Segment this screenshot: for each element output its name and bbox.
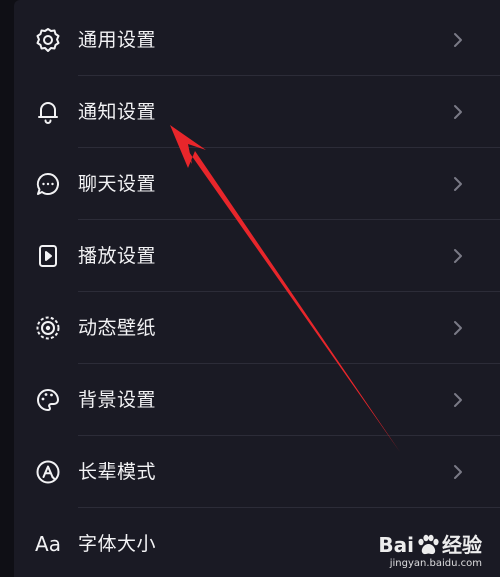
settings-item-label: 长辈模式 <box>78 461 157 483</box>
settings-item-label: 背景设置 <box>78 389 157 411</box>
baidu-paw-icon <box>418 534 439 555</box>
settings-page: 通用设置 通知设置 聊天设置 播放设置 动态壁纸 背景设置 长辈模式 Aa 字体… <box>0 0 500 577</box>
chevron-right-icon <box>448 174 468 194</box>
watermark-brand-suffix: 经验 <box>442 533 482 557</box>
settings-item-general[interactable]: 通用设置 <box>14 4 500 76</box>
settings-item-background[interactable]: 背景设置 <box>14 364 500 436</box>
elder-mode-icon <box>34 458 62 486</box>
live-wallpaper-icon <box>34 314 62 342</box>
chat-bubble-icon <box>34 170 62 198</box>
settings-item-label: 动态壁纸 <box>78 317 157 339</box>
gear-icon <box>34 26 62 54</box>
settings-item-playback[interactable]: 播放设置 <box>14 220 500 292</box>
chevron-right-icon <box>448 390 468 410</box>
settings-item-label: 聊天设置 <box>78 173 157 195</box>
settings-item-chat[interactable]: 聊天设置 <box>14 148 500 220</box>
settings-item-elder-mode[interactable]: 长辈模式 <box>14 436 500 508</box>
baidu-watermark: Bai 经验 jingyan.baidu.com <box>362 534 482 569</box>
font-size-icon-text: Aa <box>35 532 61 556</box>
settings-item-live-wallpaper[interactable]: 动态壁纸 <box>14 292 500 364</box>
settings-item-label: 字体大小 <box>78 533 157 555</box>
watermark-url: jingyan.baidu.com <box>389 558 482 569</box>
settings-item-label: 通知设置 <box>78 101 157 123</box>
settings-item-label: 播放设置 <box>78 245 157 267</box>
watermark-brand: Bai 经验 <box>362 534 482 556</box>
chevron-right-icon <box>448 462 468 482</box>
settings-list: 通用设置 通知设置 聊天设置 播放设置 动态壁纸 背景设置 长辈模式 Aa 字体… <box>14 0 500 577</box>
palette-icon <box>34 386 62 414</box>
chevron-right-icon <box>448 30 468 50</box>
settings-item-notifications[interactable]: 通知设置 <box>14 76 500 148</box>
chevron-right-icon <box>448 102 468 122</box>
chevron-right-icon <box>448 318 468 338</box>
settings-item-label: 通用设置 <box>78 29 157 51</box>
font-size-icon: Aa <box>34 530 62 558</box>
watermark-brand-text: Bai <box>378 533 414 557</box>
play-device-icon <box>34 242 62 270</box>
chevron-right-icon <box>448 246 468 266</box>
bell-icon <box>34 98 62 126</box>
